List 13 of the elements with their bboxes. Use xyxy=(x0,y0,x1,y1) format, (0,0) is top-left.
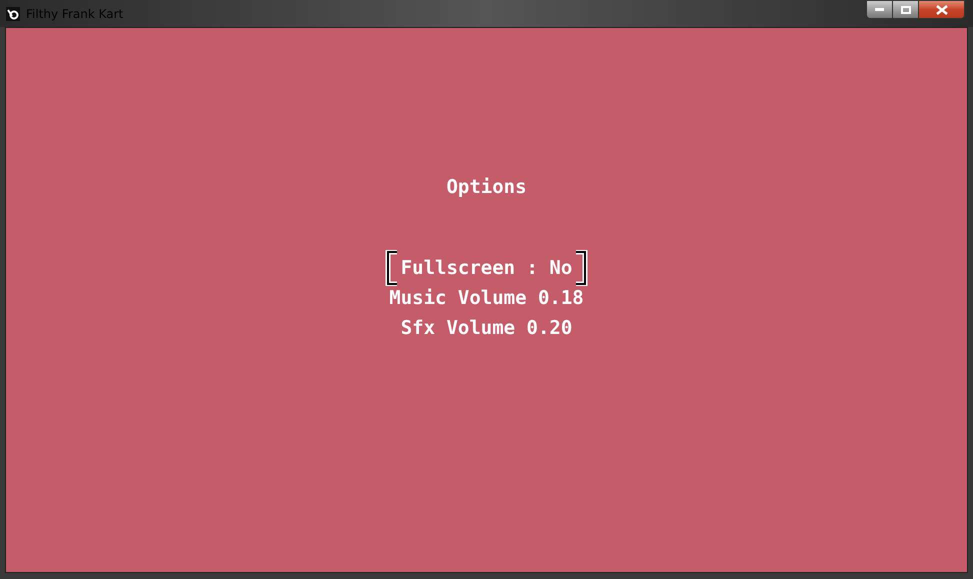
bracket-left-icon xyxy=(384,250,399,286)
minimize-button[interactable] xyxy=(866,0,893,19)
minimize-icon xyxy=(875,8,884,11)
screen-title: Options xyxy=(446,175,527,199)
app-icon xyxy=(6,6,20,20)
maximize-button[interactable] xyxy=(893,0,919,19)
menu-option[interactable]: Music Volume 0.18 xyxy=(387,283,586,313)
close-icon xyxy=(936,4,948,14)
bracket-right-icon xyxy=(574,250,588,286)
menu-option[interactable]: Sfx Volume 0.20 xyxy=(398,313,574,343)
close-button[interactable] xyxy=(919,0,965,19)
menu-option[interactable]: Fullscreen : No xyxy=(384,253,588,283)
maximize-icon xyxy=(900,6,910,14)
